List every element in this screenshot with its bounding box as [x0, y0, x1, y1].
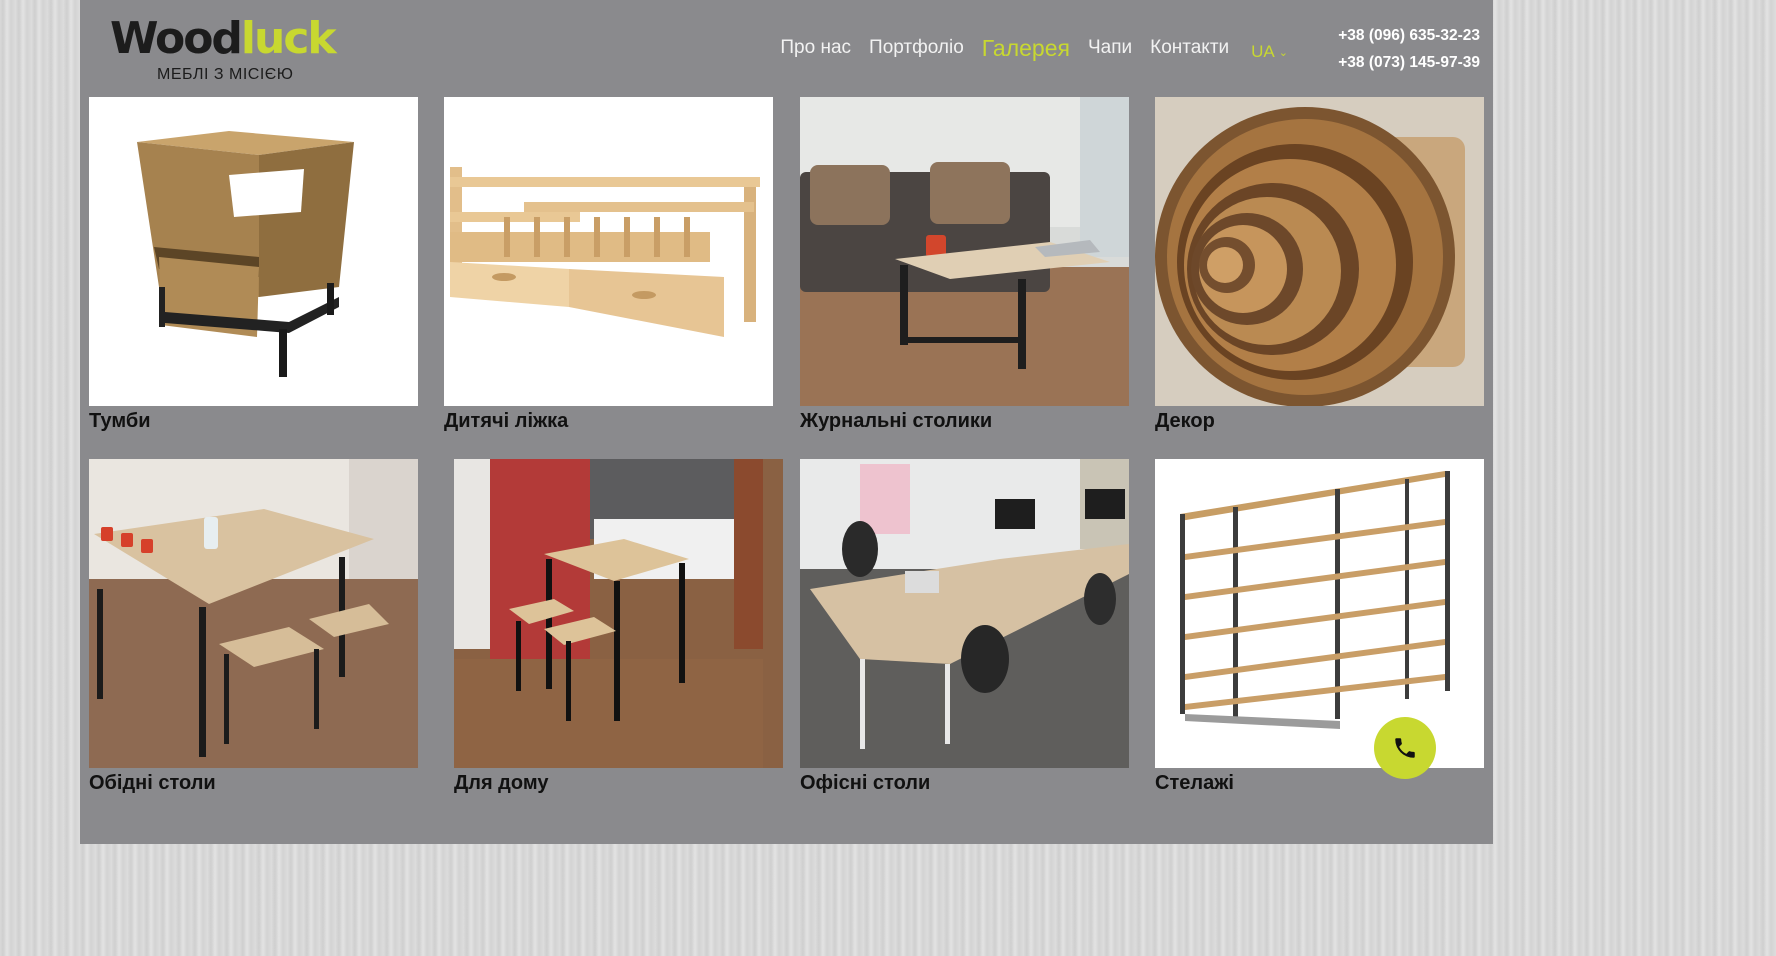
wooden-trays-photo — [1155, 97, 1484, 406]
bar-table-photo — [454, 459, 783, 768]
coffee-table-photo — [800, 97, 1129, 406]
gallery-card-coffee-tables[interactable]: Журнальні столики — [800, 97, 1129, 433]
language-selector[interactable]: UA ⌄ — [1251, 42, 1288, 62]
gallery-card-nightstands[interactable]: Тумби — [89, 97, 418, 433]
shelving-rack-photo — [1155, 459, 1484, 768]
nav-item-gallery[interactable]: Галерея — [982, 34, 1070, 62]
kids-bed-photo — [444, 97, 773, 406]
gallery-title-decor[interactable]: Декор — [1155, 410, 1484, 433]
logo[interactable]: Woodluck МЕБЛІ З МІСІЄЮ — [110, 10, 340, 90]
gallery-title-nightstands[interactable]: Тумби — [89, 410, 418, 433]
gallery-title-home[interactable]: Для дому — [454, 772, 783, 795]
wooden-nightstand-photo — [89, 97, 418, 406]
phone-numbers: +38 (096) 635-32-23 +38 (073) 145-97-39 — [1338, 22, 1480, 76]
nav-item-about[interactable]: Про нас — [780, 34, 851, 62]
gallery-card-home[interactable]: Для дому — [454, 459, 783, 795]
nav-item-contacts[interactable]: Контакти — [1150, 34, 1229, 62]
gallery-title-office-desks[interactable]: Офісні столи — [800, 772, 1129, 795]
gallery-title-dining-tables[interactable]: Обідні столи — [89, 772, 418, 795]
logo-tagline: МЕБЛІ З МІСІЄЮ — [157, 66, 294, 83]
phone-number-1[interactable]: +38 (096) 635-32-23 — [1338, 22, 1480, 49]
gallery-card-decor[interactable]: Декор — [1155, 97, 1484, 433]
phone-number-2[interactable]: +38 (073) 145-97-39 — [1338, 49, 1480, 76]
nav-item-portfolio[interactable]: Портфоліо — [869, 34, 964, 62]
gallery-title-kids-beds[interactable]: Дитячі ліжка — [444, 410, 773, 433]
gallery-title-shelving[interactable]: Стелажі — [1155, 772, 1484, 795]
nav-item-chapy[interactable]: Чапи — [1088, 34, 1132, 62]
gallery-card-dining-tables[interactable]: Обідні столи — [89, 459, 418, 795]
logo-wordmark: Woodluck — [110, 13, 337, 64]
chevron-down-icon: ⌄ — [1278, 46, 1288, 59]
office-desks-photo — [800, 459, 1129, 768]
call-button[interactable] — [1374, 717, 1436, 779]
phone-icon — [1395, 738, 1415, 758]
gallery-card-office-desks[interactable]: Офісні столи — [800, 459, 1129, 795]
gallery-card-kids-beds[interactable]: Дитячі ліжка — [444, 97, 773, 433]
language-label: UA — [1251, 42, 1275, 61]
page-panel: Woodluck МЕБЛІ З МІСІЄЮ Про нас Портфолі… — [80, 0, 1493, 844]
dining-table-photo — [89, 459, 418, 768]
gallery-title-coffee-tables[interactable]: Журнальні столики — [800, 410, 1129, 433]
main-nav: Про нас Портфоліо Галерея Чапи Контакти … — [780, 30, 1288, 62]
